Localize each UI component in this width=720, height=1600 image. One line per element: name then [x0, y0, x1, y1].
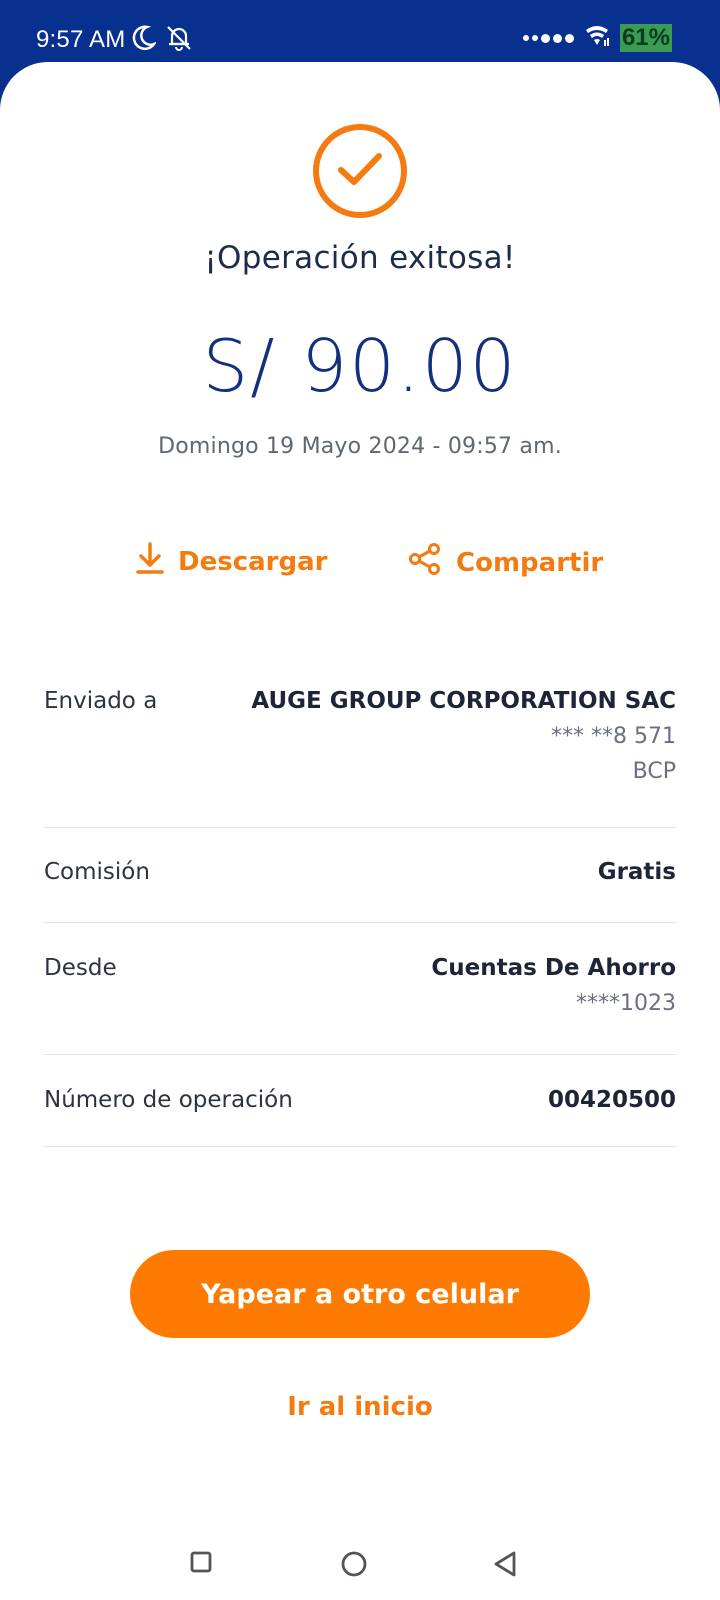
back-icon[interactable]: [492, 1550, 518, 1582]
recents-icon[interactable]: [189, 1550, 213, 1578]
wifi-icon: [584, 24, 610, 52]
moon-icon: [132, 24, 158, 56]
home-icon[interactable]: [340, 1550, 368, 1582]
detail-row-source: Desde Cuentas De Ahorro ****1023: [44, 955, 676, 1055]
source-account-number: ****1023: [576, 991, 676, 1016]
bell-off-icon: [164, 24, 194, 56]
recipient-name: AUGE GROUP CORPORATION SAC: [251, 688, 676, 714]
detail-row-commission: Comisión Gratis: [44, 859, 676, 923]
detail-label: Enviado a: [44, 688, 158, 714]
download-label: Descargar: [178, 546, 328, 577]
navigation-bar: [0, 1538, 720, 1600]
source-account-type: Cuentas De Ahorro: [431, 955, 676, 981]
download-button[interactable]: Descargar: [136, 542, 327, 581]
signal-dots-icon: [522, 33, 574, 43]
detail-label: Número de operación: [44, 1087, 293, 1113]
detail-row-recipient: Enviado a AUGE GROUP CORPORATION SAC ***…: [44, 688, 676, 828]
detail-label: Comisión: [44, 859, 150, 885]
amount-display: S/ 90.00: [202, 324, 518, 408]
download-icon: [136, 542, 164, 581]
check-circle-icon: [313, 124, 407, 218]
operation-number: 00420500: [547, 1087, 676, 1113]
go-home-button[interactable]: Ir al inicio: [0, 1392, 720, 1422]
receipt-sheet: ¡Operación exitosa! S/ 90.00 Domingo 19 …: [0, 62, 720, 1600]
status-time: 9:57 AM: [36, 26, 126, 53]
detail-row-operation-number: Número de operación 00420500: [44, 1087, 676, 1147]
commission-value: Gratis: [597, 859, 676, 885]
share-icon: [408, 542, 442, 583]
recipient-bank: BCP: [632, 759, 676, 784]
share-label: Compartir: [456, 547, 604, 578]
share-button[interactable]: Compartir: [408, 542, 603, 583]
send-to-another-phone-button[interactable]: Yapear a otro celular: [130, 1250, 590, 1338]
page-title: ¡Operación exitosa!: [204, 240, 516, 276]
detail-label: Desde: [44, 955, 117, 981]
recipient-account: *** **8 571: [551, 724, 676, 749]
battery-indicator: 61%: [619, 24, 672, 52]
operation-datetime: Domingo 19 Mayo 2024 - 09:57 am.: [158, 434, 562, 459]
